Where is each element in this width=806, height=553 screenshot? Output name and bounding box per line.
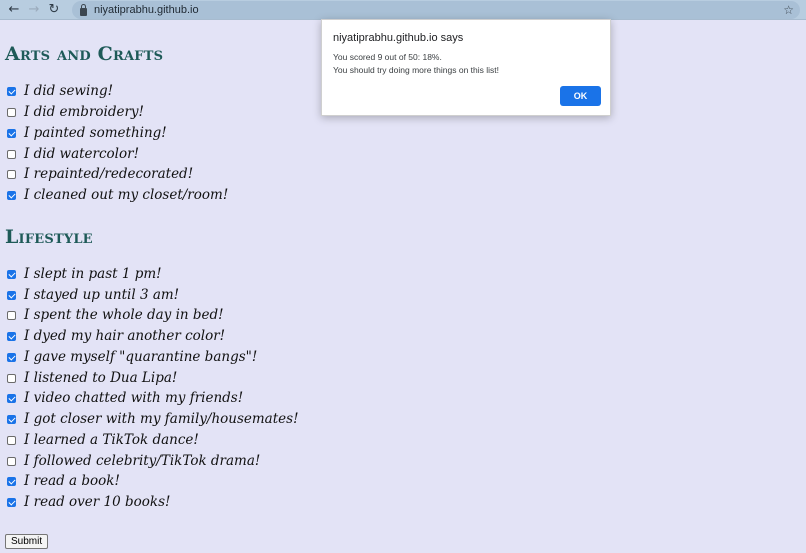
browser-toolbar: ← → ↻ niyatiprabhu.github.io ☆: [0, 0, 806, 20]
checklist-item-label: I video chatted with my friends!: [24, 390, 244, 406]
bookmark-star-icon[interactable]: ☆: [783, 1, 794, 19]
checklist-item-label: I did watercolor!: [24, 146, 140, 162]
back-icon[interactable]: ←: [4, 0, 24, 20]
checklist-item[interactable]: I stayed up until 3 am!: [7, 286, 179, 304]
checkbox-unchecked[interactable]: [7, 373, 16, 383]
checklist-item-label: I did sewing!: [24, 83, 114, 99]
section-title: Arts and Crafts: [5, 43, 164, 65]
checklist-item[interactable]: I slept in past 1 pm!: [7, 265, 162, 283]
checklist-item[interactable]: I learned a TikTok dance!: [7, 431, 199, 449]
dialog-message-advice: You should try doing more things on this…: [333, 65, 500, 75]
checklist-item[interactable]: I painted something!: [7, 124, 167, 142]
checklist-item-label: I learned a TikTok dance!: [24, 432, 199, 448]
checkbox-checked[interactable]: [7, 414, 16, 424]
checkbox-checked[interactable]: [7, 290, 16, 300]
checklist-item[interactable]: I repainted/redecorated!: [7, 165, 193, 183]
checklist-item[interactable]: I cleaned out my closet/room!: [7, 186, 228, 204]
checklist-item-label: I read a book!: [24, 473, 120, 489]
checkbox-unchecked[interactable]: [7, 169, 16, 179]
checklist-item-label: I gave myself "quarantine bangs"!: [24, 349, 258, 365]
checkbox-unchecked[interactable]: [7, 435, 16, 445]
checkbox-checked[interactable]: [7, 393, 16, 403]
submit-button[interactable]: Submit: [5, 534, 49, 549]
checkbox-unchecked[interactable]: [7, 310, 16, 320]
checklist-item-label: I read over 10 books!: [24, 494, 171, 510]
checklist-item[interactable]: I did sewing!: [7, 82, 113, 100]
checklist-item-label: I painted something!: [24, 125, 167, 141]
checklist-item[interactable]: I did embroidery!: [7, 103, 144, 121]
checklist-item[interactable]: I did watercolor!: [7, 145, 139, 163]
checklist-item[interactable]: I listened to Dua Lipa!: [7, 369, 177, 387]
checklist-item[interactable]: I dyed my hair another color!: [7, 327, 225, 345]
checkbox-checked[interactable]: [7, 497, 16, 507]
dialog-message-score: You scored 9 out of 50: 18%.: [333, 52, 442, 62]
checklist-item[interactable]: I read a book!: [7, 472, 120, 490]
address-bar[interactable]: niyatiprabhu.github.io ☆: [72, 1, 800, 19]
checkbox-unchecked[interactable]: [7, 107, 16, 117]
checklist-item-label: I followed celebrity/TikTok drama!: [24, 453, 261, 469]
checklist-item[interactable]: I followed celebrity/TikTok drama!: [7, 452, 260, 470]
alert-dialog: niyatiprabhu.github.io says You scored 9…: [321, 19, 611, 116]
forward-icon[interactable]: →: [24, 0, 44, 20]
checkbox-checked[interactable]: [7, 352, 16, 362]
checkbox-checked[interactable]: [7, 331, 16, 341]
checklist-item-label: I got closer with my family/housemates!: [24, 411, 299, 427]
checklist-item-label: I slept in past 1 pm!: [24, 266, 162, 282]
checklist-item-label: I repainted/redecorated!: [24, 166, 194, 182]
checkbox-checked[interactable]: [7, 269, 16, 279]
checkbox-checked[interactable]: [7, 190, 16, 200]
dialog-ok-button[interactable]: OK: [560, 86, 601, 106]
checklist-item[interactable]: I video chatted with my friends!: [7, 389, 243, 407]
checklist-item-label: I cleaned out my closet/room!: [24, 187, 229, 203]
checklist-item-label: I listened to Dua Lipa!: [24, 370, 178, 386]
checklist-item[interactable]: I read over 10 books!: [7, 493, 170, 511]
checkbox-checked[interactable]: [7, 86, 16, 96]
reload-icon[interactable]: ↻: [44, 0, 64, 20]
checklist-item-label: I stayed up until 3 am!: [24, 287, 180, 303]
checklist-item[interactable]: I spent the whole day in bed!: [7, 306, 224, 324]
checkbox-checked[interactable]: [7, 476, 16, 486]
lock-icon[interactable]: [80, 3, 87, 16]
checkbox-checked[interactable]: [7, 128, 16, 138]
checklist-item-label: I spent the whole day in bed!: [24, 307, 224, 323]
checklist-item[interactable]: I gave myself "quarantine bangs"!: [7, 348, 257, 366]
section-title: Lifestyle: [5, 226, 93, 248]
checklist-item[interactable]: I got closer with my family/housemates!: [7, 410, 299, 428]
dialog-origin: niyatiprabhu.github.io says: [333, 32, 464, 44]
checkbox-unchecked[interactable]: [7, 149, 16, 159]
url-text: niyatiprabhu.github.io: [94, 4, 199, 16]
checklist-item-label: I dyed my hair another color!: [24, 328, 226, 344]
checklist-item-label: I did embroidery!: [24, 104, 144, 120]
checkbox-unchecked[interactable]: [7, 456, 16, 466]
